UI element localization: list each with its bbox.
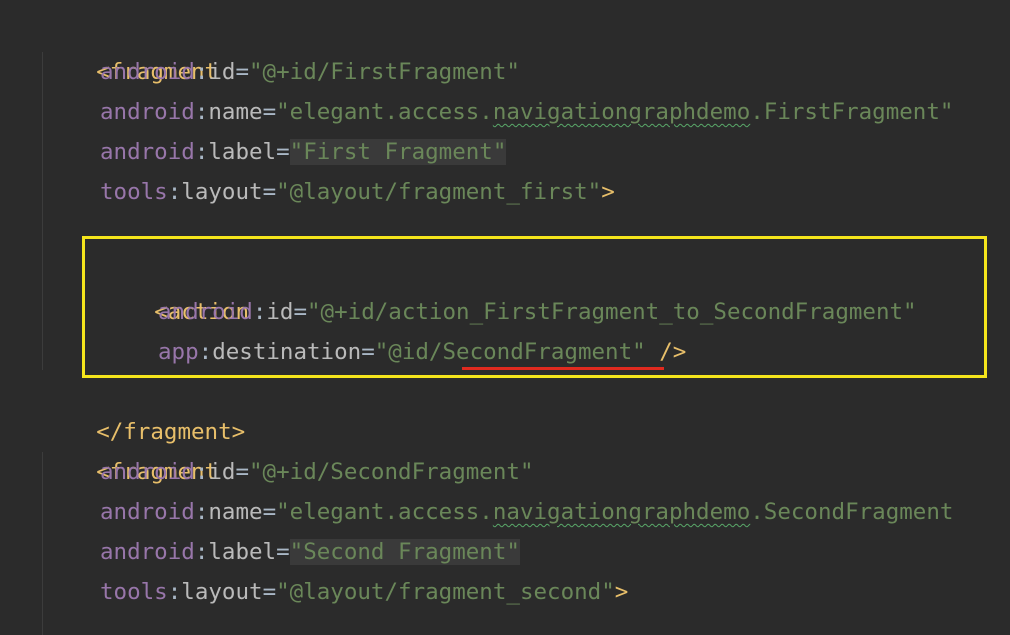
xml-namespace: android [100, 99, 195, 125]
xml-value: "@layout/fragment_second" [276, 579, 615, 605]
xml-value: .FirstFragment" [750, 99, 954, 125]
xml-namespace: tools [100, 579, 168, 605]
code-line-android-id[interactable]: android:id="@+id/SecondFragment" [100, 452, 534, 492]
code-line-fragment-open[interactable]: <fragment [42, 12, 218, 85]
xml-attribute: name [208, 499, 263, 525]
equals: = [262, 179, 277, 205]
xml-value: "@+id/FirstFragment" [249, 59, 520, 85]
code-line-tools-layout[interactable]: tools:layout="@layout/fragment_second"> [100, 572, 628, 612]
xml-attribute: label [208, 539, 277, 565]
xml-value: "elegant.access. [276, 99, 493, 125]
code-line-android-name[interactable]: android:name="elegant.access.navigationg… [100, 492, 953, 532]
equals: = [262, 99, 277, 125]
xml-attribute: layout [181, 179, 263, 205]
equals: = [262, 499, 277, 525]
xml-value: "First Fragment" [289, 139, 507, 165]
xml-value: "@layout/fragment_first" [276, 179, 602, 205]
xml-namespace: android [100, 539, 195, 565]
equals: = [235, 459, 250, 485]
xml-namespace: tools [100, 179, 168, 205]
code-line-android-label[interactable]: android:label="Second Fragment" [100, 532, 520, 572]
annotation-highlight-box [82, 236, 987, 378]
colon: : [167, 179, 182, 205]
code-line-tools-layout[interactable]: tools:layout="@layout/fragment_first"> [100, 172, 615, 212]
equals: = [235, 59, 250, 85]
typo-highlight: navigationgraphdemo [492, 99, 751, 125]
xml-value: "elegant.access. [276, 499, 493, 525]
colon: : [194, 59, 209, 85]
colon: : [167, 579, 182, 605]
equals: = [276, 539, 290, 565]
xml-tag: > [601, 179, 615, 205]
colon: : [194, 99, 209, 125]
colon: : [194, 139, 209, 165]
xml-tag: > [614, 579, 629, 605]
xml-attribute: id [208, 459, 236, 485]
xml-namespace: android [100, 459, 195, 485]
xml-attribute: name [208, 99, 263, 125]
xml-namespace: android [100, 499, 195, 525]
xml-attribute: layout [181, 579, 263, 605]
xml-namespace: android [100, 59, 195, 85]
colon: : [194, 499, 209, 525]
xml-attribute: id [208, 59, 236, 85]
annotation-red-underline [462, 367, 664, 370]
code-line-android-id[interactable]: android:id="@+id/FirstFragment" [100, 52, 520, 92]
typo-highlight: navigationgraphdemo [492, 499, 751, 525]
equals: = [276, 139, 290, 165]
equals: = [262, 579, 277, 605]
code-editor[interactable]: <fragment android:id="@+id/FirstFragment… [0, 0, 1010, 635]
xml-namespace: android [100, 139, 195, 165]
code-line-android-name[interactable]: android:name="elegant.access.navigationg… [100, 92, 953, 132]
code-line-fragment-close[interactable]: </fragment> [42, 372, 245, 445]
code-line-fragment-open[interactable]: <fragment [42, 412, 218, 485]
xml-value: "@+id/SecondFragment" [249, 459, 534, 485]
code-line-android-label[interactable]: android:label="First Fragment" [100, 132, 507, 172]
colon: : [194, 459, 209, 485]
colon: : [194, 539, 209, 565]
xml-value: "Second Fragment" [289, 539, 520, 565]
xml-value: .SecondFragment [750, 499, 954, 525]
xml-attribute: label [208, 139, 277, 165]
